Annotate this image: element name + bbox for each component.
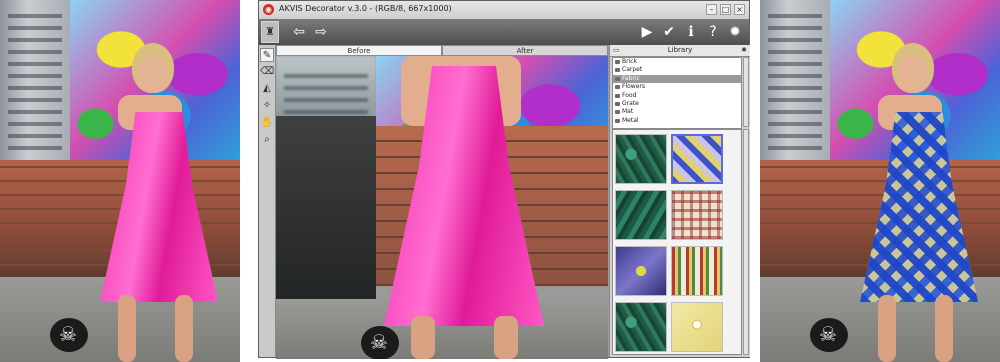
- library-title: Library: [667, 46, 693, 54]
- texture-thumb[interactable]: [615, 190, 667, 240]
- model-figure: [0, 0, 240, 362]
- before-photo-panel: [0, 0, 240, 362]
- model-head: [898, 55, 928, 93]
- help-icon[interactable]: ?: [703, 22, 723, 42]
- settings-small-icon[interactable]: ✹: [741, 45, 747, 56]
- info-icon[interactable]: ℹ: [681, 22, 701, 42]
- library-item-mat[interactable]: Mat: [613, 108, 741, 116]
- library-item-brick[interactable]: Brick: [613, 58, 741, 66]
- model-head: [138, 55, 168, 93]
- title-bar: ◉ AKVIS Decorator v.3.0 - (RGB/8, 667x10…: [259, 1, 749, 20]
- model-leg-left: [878, 295, 896, 362]
- texture-thumb[interactable]: [671, 302, 723, 352]
- texture-thumb[interactable]: [671, 246, 723, 296]
- model-figure: [760, 0, 1000, 362]
- zoom-icon[interactable]: ⌕: [260, 133, 274, 147]
- folder-icon[interactable]: ▭: [613, 45, 620, 56]
- model-leg-left: [118, 295, 136, 362]
- texture-thumb[interactable]: [671, 190, 723, 240]
- app-window: ◉ AKVIS Decorator v.3.0 - (RGB/8, 667x10…: [258, 0, 750, 359]
- texture-thumb[interactable]: [615, 246, 667, 296]
- settings-gear-icon[interactable]: ✹: [725, 22, 745, 42]
- library-list-scrollbar[interactable]: [743, 57, 749, 127]
- library-item-fabric[interactable]: Fabric: [613, 74, 741, 84]
- thumbnails-scrollbar[interactable]: [743, 129, 749, 355]
- after-photo-panel: [760, 0, 1000, 362]
- tab-before[interactable]: Before: [276, 45, 442, 56]
- texture-thumb-selected[interactable]: [671, 134, 723, 184]
- run-triangle-icon[interactable]: ▶: [637, 22, 657, 42]
- library-item-carpet[interactable]: Carpet: [613, 66, 741, 74]
- akvis-icon: ◉: [263, 4, 274, 15]
- model-leg-right: [935, 295, 953, 362]
- texture-thumb[interactable]: [615, 134, 667, 184]
- magic-wand-icon[interactable]: ✧: [260, 99, 274, 113]
- app-logo-icon: ♜: [261, 21, 279, 43]
- main-toolbar: ♜ ⇦ ⇨ ▶ ✔ ℹ ? ✹: [259, 19, 749, 45]
- view-tabs: Before After: [276, 45, 608, 56]
- library-item-flowers[interactable]: Flowers: [613, 83, 741, 91]
- minimize-icon[interactable]: –: [706, 4, 717, 15]
- library-header: ▭ Library ✹: [610, 45, 750, 57]
- close-icon[interactable]: ×: [734, 4, 745, 15]
- undo-arrow-icon[interactable]: ⇦: [289, 22, 309, 42]
- fill-bucket-icon[interactable]: ◭: [260, 82, 274, 96]
- model-leg-right: [494, 316, 518, 359]
- texture-thumb[interactable]: [615, 302, 667, 352]
- maximize-icon[interactable]: □: [720, 4, 731, 15]
- skull-handbag: [361, 326, 399, 359]
- hand-icon[interactable]: ✋: [260, 116, 274, 130]
- library-item-metal[interactable]: Metal: [613, 117, 741, 125]
- patterned-dress: [860, 112, 978, 302]
- shadow-area: [276, 116, 376, 316]
- skull-handbag: [810, 318, 848, 352]
- window-controls: – □ ×: [706, 4, 745, 15]
- redo-arrow-icon[interactable]: ⇨: [311, 22, 331, 42]
- model-leg-left: [411, 316, 435, 359]
- tool-palette: ✎ ⌫ ◭ ✧ ✋ ⌕: [259, 45, 276, 357]
- model-leg-right: [175, 295, 193, 362]
- library-item-food[interactable]: Food: [613, 92, 741, 100]
- library-item-grate[interactable]: Grate: [613, 100, 741, 108]
- pink-dress: [100, 112, 218, 302]
- skull-handbag: [50, 318, 88, 352]
- brush-icon[interactable]: ✎: [260, 48, 274, 62]
- library-panel: ▭ Library ✹ Brick Carpet Fabric Flowers …: [609, 45, 750, 357]
- image-canvas[interactable]: [276, 56, 608, 359]
- texture-thumbnails: [612, 129, 742, 355]
- tab-after[interactable]: After: [442, 45, 608, 56]
- eraser-icon[interactable]: ⌫: [260, 65, 274, 79]
- window-title: AKVIS Decorator v.3.0 - (RGB/8, 667x1000…: [279, 4, 452, 13]
- library-category-list: Brick Carpet Fabric Flowers Food Grate M…: [612, 57, 742, 129]
- apply-check-icon[interactable]: ✔: [659, 22, 679, 42]
